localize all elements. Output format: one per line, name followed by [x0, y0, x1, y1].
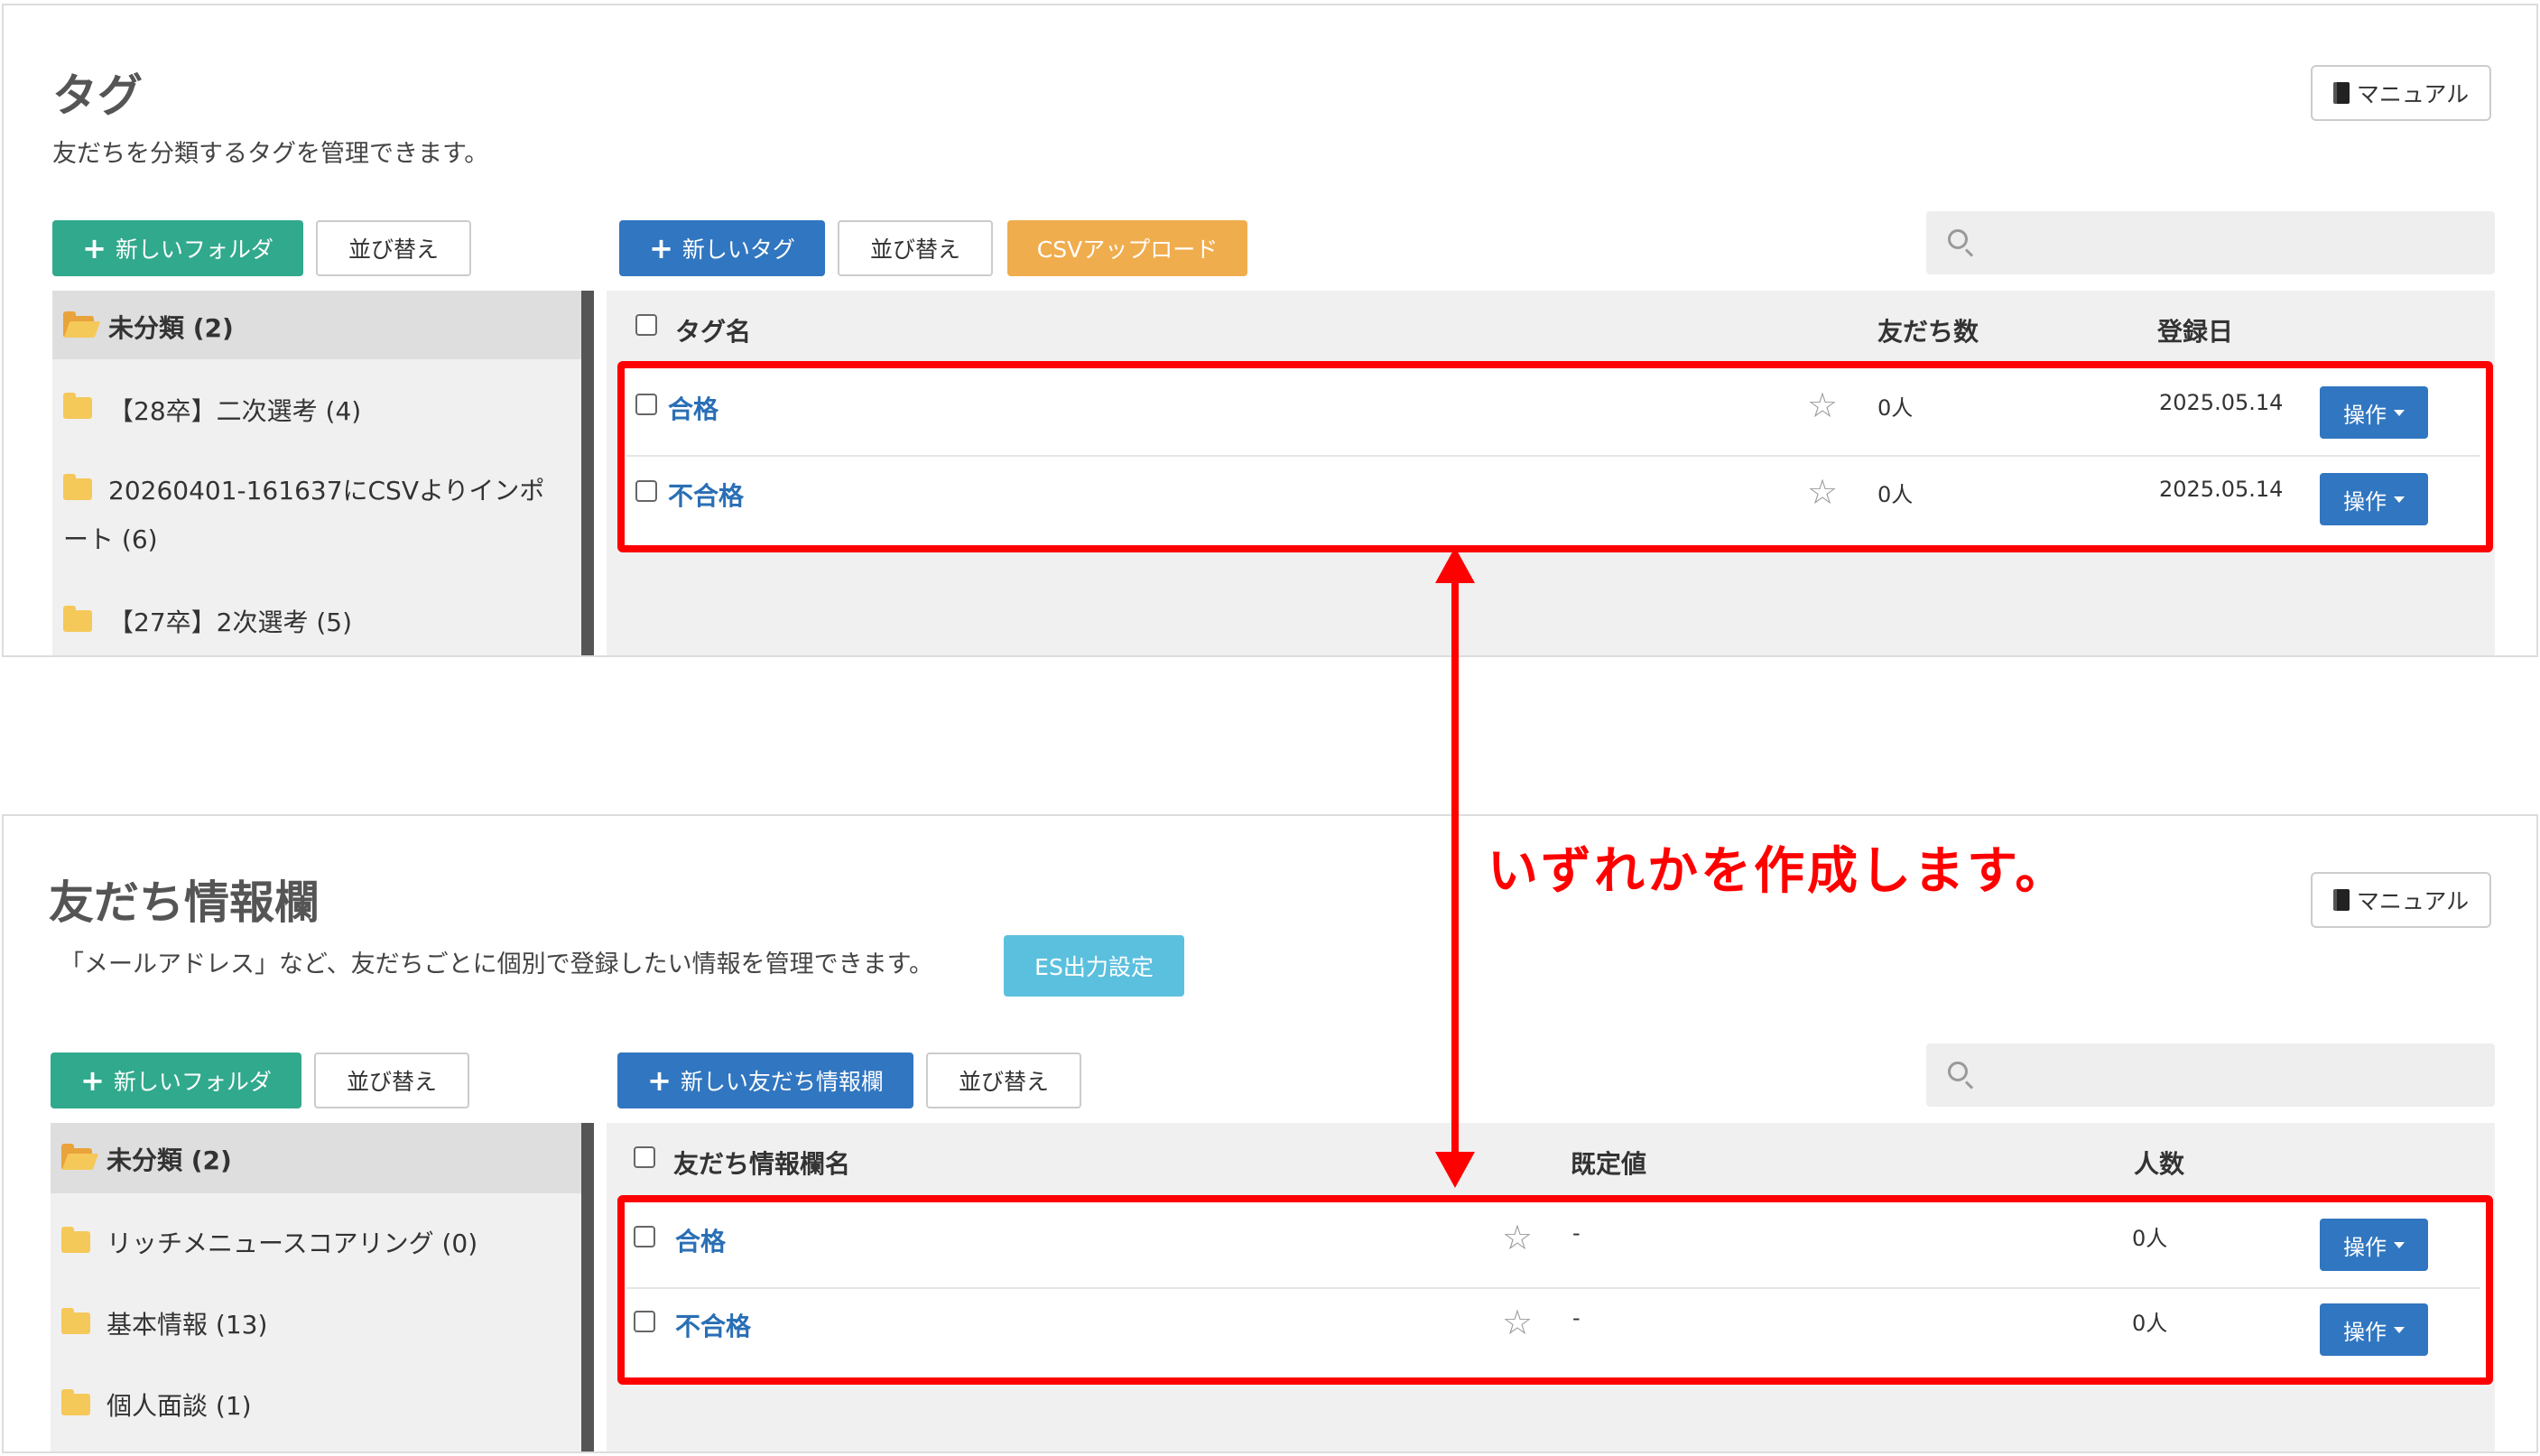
plus-icon: + — [647, 1063, 672, 1098]
sidebar-item-folder[interactable]: 【27卒】2次選考 (5) — [52, 592, 581, 648]
plus-icon: + — [80, 1063, 105, 1098]
column-header-date: 登録日 — [2157, 317, 2234, 347]
column-header-count: 人数 — [2134, 1149, 2185, 1179]
folder-icon — [63, 474, 92, 500]
sidebar-item-folder[interactable]: 基本情報 (13) — [51, 1294, 581, 1350]
new-folder-label: 新しいフォルダ — [113, 1069, 272, 1095]
column-header-name: タグ名 — [675, 317, 752, 347]
sort-info-button[interactable]: 並び替え — [926, 1053, 1081, 1108]
sidebar-item-folder[interactable]: リッチメニュースコアリング (0) — [51, 1213, 581, 1269]
sidebar-item-label: 基本情報 (13) — [107, 1310, 268, 1340]
book-icon — [2332, 82, 2350, 104]
sidebar-divider[interactable] — [581, 291, 594, 655]
friend-info-panel: 友だち情報欄 「メールアドレス」など、友だちごとに個別で登録したい情報を管理でき… — [2, 814, 2538, 1453]
book-icon — [2332, 889, 2350, 911]
es-output-settings-button[interactable]: ES出力設定 — [1004, 935, 1184, 997]
sidebar-item-label: 未分類 (2) — [108, 313, 234, 343]
select-all-checkbox[interactable] — [634, 1146, 655, 1168]
sidebar-item-label: リッチメニュースコアリング (0) — [107, 1229, 478, 1258]
search-input[interactable] — [1926, 211, 2495, 274]
plus-icon: + — [649, 231, 673, 265]
sidebar-item-label: 個人面談 (1) — [107, 1391, 252, 1421]
highlight-box — [617, 1195, 2493, 1385]
new-folder-button[interactable]: + 新しいフォルダ — [51, 1053, 301, 1108]
plus-icon: + — [82, 231, 107, 265]
new-folder-button[interactable]: + 新しいフォルダ — [52, 220, 303, 276]
annotation-text: いずれかを作成します。 — [1488, 842, 2069, 901]
folder-icon — [61, 1227, 90, 1253]
sort-folders-button[interactable]: 並び替え — [316, 220, 471, 276]
new-friend-info-label: 新しい友だち情報欄 — [680, 1069, 884, 1095]
folder-icon — [61, 1389, 90, 1415]
folder-icon — [63, 393, 92, 419]
new-friend-info-button[interactable]: + 新しい友だち情報欄 — [617, 1053, 913, 1108]
sort-tags-button[interactable]: 並び替え — [838, 220, 993, 276]
sidebar-item-label: 未分類 (2) — [107, 1145, 232, 1175]
sidebar-item-folder[interactable]: 個人面談 (1) — [51, 1376, 581, 1432]
search-input[interactable] — [1926, 1043, 2495, 1107]
csv-upload-button[interactable]: CSVアップロード — [1007, 220, 1247, 276]
new-folder-label: 新しいフォルダ — [115, 236, 273, 263]
manual-label: マニュアル — [2356, 888, 2470, 914]
column-header-default: 既定値 — [1571, 1149, 1647, 1179]
search-icon — [1948, 229, 1968, 249]
folder-icon — [61, 1308, 90, 1334]
folder-open-icon — [63, 311, 94, 338]
sidebar-item-label: 20260401-161637にCSVよりインポ — [108, 476, 545, 505]
tags-panel: タグ 友だちを分類するタグを管理できます。 マニュアル + 新しいフォルダ 並び… — [2, 4, 2538, 657]
new-tag-label: 新しいタグ — [681, 236, 795, 263]
folder-icon — [63, 606, 92, 632]
search-icon — [1948, 1062, 1968, 1081]
sidebar-item-folder[interactable]: 20260401-161637にCSVよりインポ ート (6) — [52, 462, 581, 561]
sidebar-divider[interactable] — [581, 1123, 594, 1451]
manual-label: マニュアル — [2356, 81, 2470, 107]
page-title: タグ — [52, 70, 143, 122]
page-title: 友だち情報欄 — [49, 876, 320, 929]
page-description: 友だちを分類するタグを管理できます。 — [52, 140, 489, 168]
highlight-box — [617, 361, 2493, 552]
sidebar-item-label: 【28卒】二次選考 (4) — [108, 396, 362, 426]
select-all-checkbox[interactable] — [635, 314, 657, 336]
sidebar-item-folder[interactable]: 【28卒】二次選考 (4) — [52, 379, 581, 435]
manual-button[interactable]: マニュアル — [2311, 872, 2491, 928]
sidebar-item-uncategorized[interactable]: 未分類 (2) — [52, 291, 581, 359]
page-description: 「メールアドレス」など、友だちごとに個別で登録したい情報を管理できます。 — [60, 951, 933, 978]
sort-folders-button[interactable]: 並び替え — [314, 1053, 469, 1108]
sidebar-item-uncategorized[interactable]: 未分類 (2) — [51, 1123, 581, 1193]
sidebar-item-label: 【27卒】2次選考 (5) — [108, 607, 353, 637]
column-header-friends: 友だち数 — [1877, 317, 1979, 347]
new-tag-button[interactable]: + 新しいタグ — [619, 220, 825, 276]
column-header-name: 友だち情報欄名 — [673, 1149, 851, 1179]
manual-button[interactable]: マニュアル — [2311, 65, 2491, 121]
folder-open-icon — [61, 1144, 92, 1170]
sidebar-item-label-cont: ート (6) — [63, 524, 158, 554]
